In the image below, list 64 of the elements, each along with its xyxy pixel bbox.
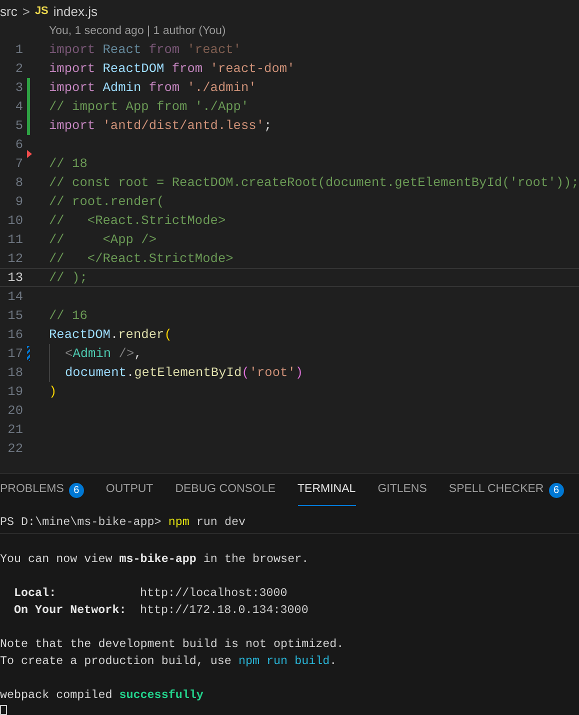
line-number: 18 bbox=[6, 364, 23, 382]
code-line: document.getElementById('root') bbox=[49, 363, 304, 382]
line-number: 11 bbox=[6, 230, 23, 249]
line-number: 6 bbox=[14, 136, 23, 154]
panel-tab[interactable]: GITLENS bbox=[378, 475, 427, 506]
panel-tab[interactable]: OUTPUT bbox=[106, 475, 154, 506]
code-line: <Admin />, bbox=[49, 344, 142, 363]
terminal-url[interactable]: http://localhost:3000 bbox=[140, 585, 288, 602]
line-number: 1 bbox=[14, 40, 23, 59]
code-line: import ReactDOM from 'react-dom' bbox=[49, 60, 295, 78]
line-number: 14 bbox=[6, 288, 23, 306]
line-number: 17 bbox=[6, 344, 23, 363]
terminal-output-line: Note that the development build is not optimized. bbox=[0, 636, 345, 653]
terminal-label: On Your Network: bbox=[14, 602, 128, 619]
breadcrumb-file[interactable]: index.js bbox=[53, 2, 98, 22]
code-line: // import App from './App' bbox=[49, 98, 249, 116]
code-line: // root.render( bbox=[49, 192, 164, 211]
code-line: // const root = ReactDOM.createRoot(document.getElementById('root')); bbox=[49, 174, 579, 192]
code-line: import Admin from './admin' bbox=[49, 78, 256, 97]
terminal-label: Local: bbox=[14, 585, 58, 602]
terminal-output-line: You can now view ms-bike-app in the browser. bbox=[0, 551, 310, 568]
line-number: 22 bbox=[6, 440, 23, 458]
panel-tab[interactable]: PROBLEMS 6 bbox=[0, 475, 84, 506]
code-line: // 18 bbox=[49, 154, 88, 173]
code-line: import 'antd/dist/antd.less'; bbox=[49, 116, 272, 135]
code-line: // </React.StrictMode> bbox=[49, 250, 234, 268]
code-line: import React from 'react' bbox=[49, 40, 241, 59]
code-line: ) bbox=[49, 382, 57, 401]
line-number: 13 bbox=[6, 268, 23, 287]
terminal-prompt: PS D:\mine\ms-bike-app> bbox=[0, 515, 162, 529]
breadcrumb-separator: > bbox=[22, 2, 30, 21]
line-number: 10 bbox=[6, 212, 23, 230]
line-number: 2 bbox=[14, 60, 23, 78]
terminal-cursor bbox=[0, 705, 7, 715]
line-number: 3 bbox=[14, 78, 23, 97]
line-number: 16 bbox=[6, 326, 23, 344]
code-line: // <App /> bbox=[49, 230, 157, 249]
line-number: 20 bbox=[6, 402, 23, 420]
javascript-file-icon: JS bbox=[34, 3, 48, 20]
panel-tab[interactable]: TERMINAL bbox=[298, 475, 356, 506]
count-badge: 6 bbox=[68, 482, 84, 498]
code-line: // ); bbox=[49, 269, 88, 286]
line-number: 9 bbox=[14, 192, 23, 211]
terminal-output-line: To create a production build, use npm run build. bbox=[0, 653, 338, 670]
code-line: ReactDOM.render( bbox=[49, 326, 172, 344]
count-badge: 6 bbox=[548, 482, 564, 498]
line-number: 21 bbox=[6, 420, 23, 439]
blame-annotation[interactable]: You, 1 second ago | 1 author (You) bbox=[49, 22, 226, 40]
line-number: 8 bbox=[14, 174, 23, 192]
terminal-command-arguments: run dev bbox=[196, 515, 246, 529]
panel-tab[interactable]: SPELL CHECKER 6 bbox=[448, 475, 564, 506]
code-line: // 16 bbox=[49, 306, 88, 325]
line-number: 5 bbox=[14, 116, 23, 135]
terminal-url[interactable]: http://172.18.0.134:3000 bbox=[140, 602, 308, 619]
line-number: 15 bbox=[6, 306, 23, 325]
line-number: 19 bbox=[6, 382, 23, 401]
breadcrumb-folder[interactable]: src bbox=[0, 2, 18, 22]
code-line: // <React.StrictMode> bbox=[49, 212, 226, 230]
line-number: 12 bbox=[6, 250, 23, 268]
terminal-command: npm bbox=[168, 515, 190, 529]
terminal-output-line: webpack compiled successfully bbox=[0, 687, 204, 704]
panel-tab[interactable]: DEBUG CONSOLE bbox=[175, 475, 276, 506]
line-number: 4 bbox=[14, 98, 23, 116]
line-number: 7 bbox=[14, 154, 23, 173]
